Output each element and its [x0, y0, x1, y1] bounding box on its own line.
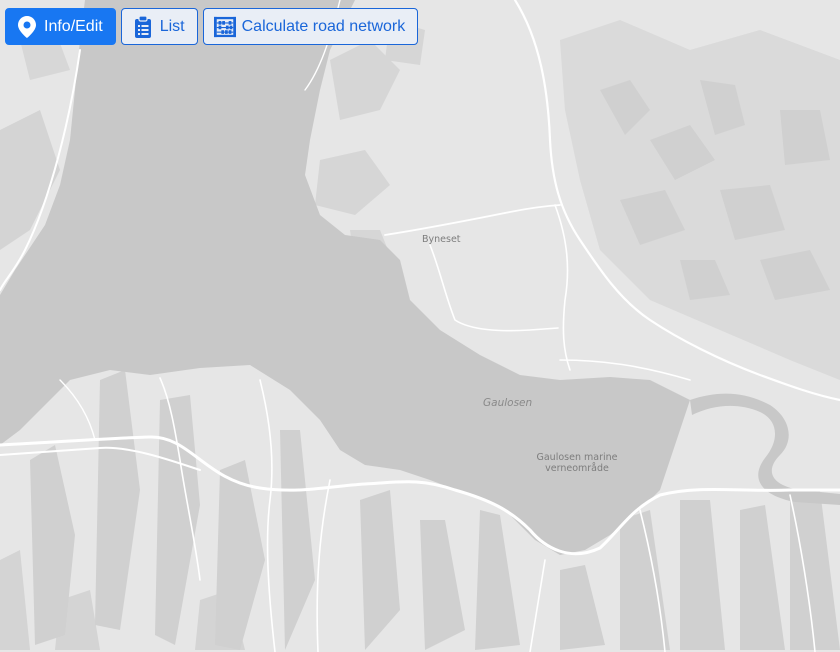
calculate-road-network-label: Calculate road network: [241, 17, 406, 35]
town-label-byneset: Byneset: [422, 234, 461, 245]
reserve-label: Gaulosen marine verneområde: [517, 452, 637, 474]
list-button[interactable]: List: [120, 8, 198, 45]
map-pin-icon: [16, 15, 38, 38]
list-label: List: [159, 17, 185, 35]
water-label-gaulosen: Gaulosen: [483, 397, 533, 409]
clipboard-list-icon: [132, 15, 154, 38]
abacus-icon: [213, 16, 236, 38]
calculate-road-network-button[interactable]: Calculate road network: [202, 8, 419, 45]
map-toolbar: Info/Edit List Calculate road network: [5, 8, 419, 45]
info-edit-label: Info/Edit: [44, 17, 103, 35]
map-canvas[interactable]: [0, 0, 840, 652]
info-edit-button[interactable]: Info/Edit: [5, 8, 116, 45]
reserve-label-line1: Gaulosen marine: [536, 452, 618, 463]
reserve-label-line2: verneområde: [545, 463, 609, 474]
